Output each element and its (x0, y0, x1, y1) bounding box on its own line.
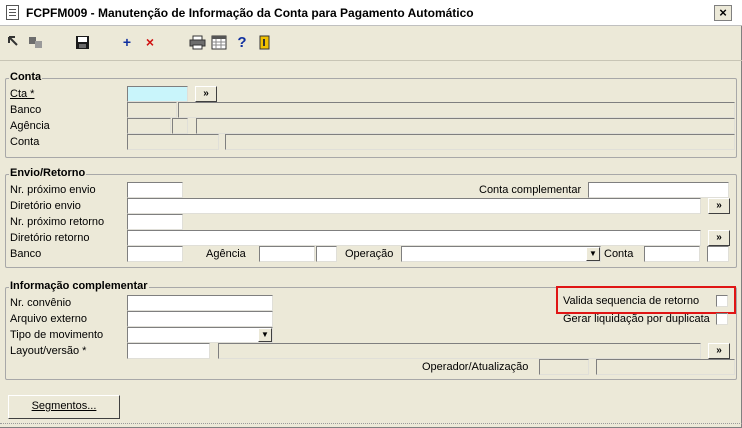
agencia-digit-field (172, 118, 188, 134)
nr-convenio-input[interactable] (127, 295, 273, 311)
operacao-select[interactable]: ▼ (401, 246, 601, 262)
atualizacao-field (596, 359, 735, 375)
banco-label: Banco (10, 104, 42, 116)
link-icon[interactable] (27, 33, 45, 51)
exit-icon[interactable] (256, 33, 274, 51)
help-icon[interactable]: ? (233, 33, 251, 51)
gerar-checkbox[interactable] (716, 313, 728, 325)
close-button[interactable]: × (714, 5, 732, 21)
banco-code-field (127, 102, 177, 118)
nr-envio-input[interactable] (127, 182, 183, 198)
agencia-label: Agência (10, 120, 50, 132)
toolbar-separator (0, 60, 742, 61)
gerar-label: Gerar liquidação por duplicata (563, 313, 710, 325)
segmentos-button[interactable]: Segmentos... (8, 395, 120, 419)
nr-envio-label: Nr. próximo envio (10, 184, 96, 196)
layout-lookup-button[interactable]: » (708, 343, 730, 359)
envio-conta-label: Conta (604, 248, 634, 260)
document-icon (6, 5, 19, 20)
nr-retorno-input[interactable] (127, 214, 183, 230)
conta-group-title: Conta (9, 71, 43, 83)
layout-label: Layout/versão * (10, 345, 87, 357)
add-icon[interactable]: + (118, 33, 136, 51)
chevron-down-icon[interactable]: ▼ (586, 247, 600, 261)
delete-icon[interactable]: × (141, 33, 159, 51)
operador-label: Operador/Atualização (422, 361, 529, 373)
dir-envio-label: Diretório envio (10, 200, 81, 212)
dir-retorno-input[interactable] (127, 230, 701, 246)
expand-icon[interactable] (5, 33, 23, 51)
operacao-label: Operação (345, 248, 394, 260)
calendar-icon[interactable] (210, 33, 228, 51)
envio-conta-digit-input[interactable] (707, 246, 729, 262)
arquivo-input[interactable] (127, 311, 273, 327)
envio-agencia-input[interactable] (259, 246, 315, 262)
tipo-mov-label: Tipo de movimento (10, 329, 104, 341)
envio-agencia-label: Agência (206, 248, 246, 260)
nr-retorno-label: Nr. próximo retorno (10, 216, 105, 228)
conta-compl-label: Conta complementar (479, 184, 582, 196)
conta-label: Conta (10, 136, 40, 148)
highlight-box (556, 286, 736, 314)
envio-banco-label: Banco (10, 248, 42, 260)
save-icon[interactable] (73, 33, 91, 51)
conta-compl-input[interactable] (588, 182, 729, 198)
print-icon[interactable] (188, 33, 206, 51)
agencia-name-field (196, 118, 735, 134)
dir-retorno-label: Diretório retorno (10, 232, 90, 244)
conta-name-field (225, 134, 735, 150)
dir-retorno-browse-button[interactable]: » (708, 230, 730, 246)
toolbar: + × ? (0, 28, 742, 56)
window-title: FCPFM009 - Manutenção de Informação da C… (26, 6, 474, 20)
agencia-code-field (127, 118, 171, 134)
layout-input[interactable] (127, 343, 210, 359)
envio-agencia-digit-input[interactable] (316, 246, 337, 262)
title-bar: FCPFM009 - Manutenção de Informação da C… (0, 0, 742, 26)
tipo-mov-select[interactable]: ▼ (127, 327, 273, 343)
segmentos-button-label: Segmentos... (31, 400, 97, 412)
banco-name-field (178, 102, 735, 118)
cta-label: Cta * (10, 88, 35, 100)
cta-input[interactable] (127, 86, 188, 102)
cta-lookup-button[interactable]: » (195, 86, 217, 102)
envio-conta-input[interactable] (644, 246, 700, 262)
main-window: FCPFM009 - Manutenção de Informação da C… (0, 0, 742, 428)
info-group-title: Informação complementar (9, 280, 149, 292)
nr-convenio-label: Nr. convênio (10, 297, 72, 309)
conta-number-field (127, 134, 219, 150)
envio-group-title: Envio/Retorno (9, 167, 87, 179)
layout-desc-field (218, 343, 701, 359)
arquivo-label: Arquivo externo (10, 313, 88, 325)
operador-field (539, 359, 589, 375)
dir-envio-browse-button[interactable]: » (708, 198, 730, 214)
status-line (0, 423, 742, 428)
dir-envio-input[interactable] (127, 198, 701, 214)
chevron-down-icon[interactable]: ▼ (258, 328, 272, 342)
envio-banco-input[interactable] (127, 246, 183, 262)
